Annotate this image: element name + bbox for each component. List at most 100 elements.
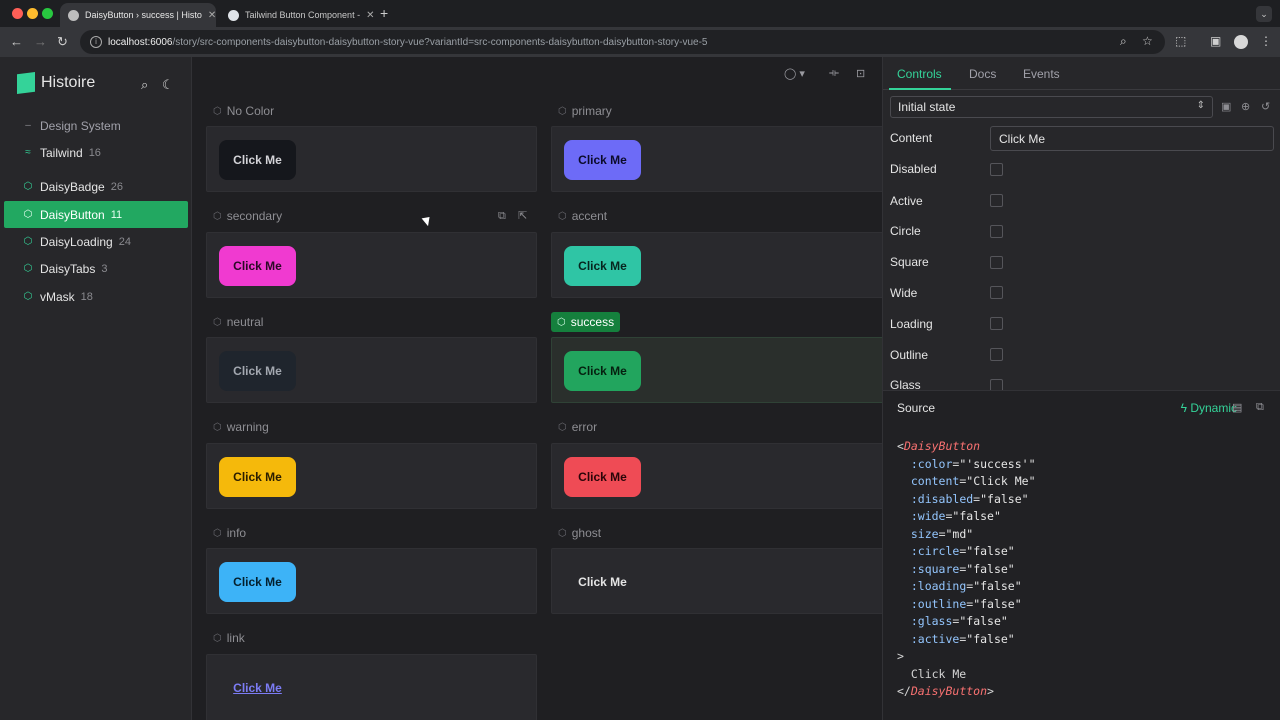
cube-icon: ⬡ — [23, 291, 33, 302]
responsive-size-icon[interactable]: ⟛ — [829, 67, 839, 80]
copy-icon[interactable]: ⧉ — [498, 210, 506, 223]
forward-arrow-icon[interactable]: → — [34, 34, 47, 49]
loading-checkbox[interactable] — [990, 317, 1003, 330]
variant-button[interactable]: Click Me — [219, 351, 296, 391]
tab-controls[interactable]: Controls — [897, 67, 942, 81]
variant-button[interactable]: Click Me — [219, 562, 296, 602]
open-external-icon[interactable]: ⇱ — [518, 209, 527, 222]
variant-label[interactable]: ⬡ error — [558, 420, 597, 434]
variant-button[interactable]: Click Me — [564, 246, 641, 286]
histoire-logo[interactable]: Histoire — [17, 72, 95, 94]
code-attr-name: :circle — [910, 544, 960, 558]
code-attr-name: :square — [910, 561, 960, 576]
close-window-button[interactable] — [12, 8, 23, 19]
grid-layout-icon[interactable]: ⊡ — [856, 67, 865, 80]
variant-label[interactable]: ⬡ No Color — [213, 104, 274, 118]
document-icon[interactable]: ▤ — [1232, 401, 1242, 414]
panel-tabs: Controls Docs Events — [883, 57, 1280, 90]
bookmark-star-icon[interactable]: ☆ — [1142, 34, 1153, 48]
code-bracket: </ — [897, 684, 911, 698]
search-icon[interactable]: ⌕ — [141, 77, 148, 93]
variant-label[interactable]: ⬡ ghost — [558, 526, 601, 540]
browser-tab-active[interactable]: DaisyButton › success | Histo ✕ — [60, 3, 216, 27]
cube-icon: ⬡ — [558, 105, 567, 117]
variant-label[interactable]: ⬡ info — [213, 526, 246, 540]
profile-avatar[interactable] — [1234, 35, 1248, 49]
variant-button[interactable]: Click Me — [219, 140, 296, 180]
outline-checkbox[interactable] — [990, 348, 1003, 361]
variant-button[interactable]: Click Me — [564, 457, 641, 497]
variant-label[interactable]: ⬡ warning — [213, 420, 269, 434]
new-tab-button[interactable]: + — [380, 5, 388, 21]
variant-label[interactable]: ⬡ link — [213, 631, 245, 645]
sidebar-item-vmask[interactable]: ⬡ vMask 18 — [4, 283, 188, 310]
tab-close-icon[interactable]: ✕ — [208, 10, 216, 21]
code-attr-value: "false" — [966, 544, 1015, 558]
variant-label[interactable]: ⬡ neutral — [213, 315, 263, 329]
copy-code-icon[interactable]: ⧉ — [1256, 401, 1264, 414]
control-label-disabled: Disabled — [890, 162, 937, 176]
tab-close-icon[interactable]: ✕ — [366, 10, 374, 21]
add-state-icon[interactable]: ⊕ — [1241, 100, 1250, 113]
control-label-wide: Wide — [890, 286, 918, 300]
cube-icon: ⬡ — [558, 421, 567, 433]
sidebar-item-daisybadge[interactable]: ⬡ DaisyBadge 26 — [4, 173, 188, 200]
variant-label[interactable]: ⬡ primary — [558, 104, 612, 118]
tab-events[interactable]: Events — [1023, 67, 1060, 81]
tab-docs[interactable]: Docs — [969, 67, 996, 81]
sidebar-item-tailwind[interactable]: ≈ Tailwind 16 — [4, 139, 188, 166]
variant-button[interactable]: Click Me — [564, 140, 641, 180]
address-bar[interactable]: i localhost:6006/story/src-components-da… — [80, 30, 1165, 54]
code-attr-value: "false" — [980, 491, 1029, 506]
tab-title: DaisyButton › success | Histo — [85, 10, 202, 20]
sidebar-item-daisybutton[interactable]: ⬡ DaisyButton 11 — [4, 201, 188, 228]
code-attr-value: "'success'" — [959, 456, 1036, 471]
zoom-icon[interactable]: ⌕ — [1120, 34, 1127, 49]
dynamic-toggle[interactable]: ϟ Dynamic — [1181, 401, 1237, 415]
reset-state-icon[interactable]: ↺ — [1261, 100, 1270, 113]
variant-link-button[interactable]: Click Me — [219, 668, 296, 708]
state-select[interactable]: Initial state ⇕ — [890, 96, 1213, 118]
variant-button[interactable]: Click Me — [564, 351, 641, 391]
variant-label[interactable]: ⬡ secondary — [213, 209, 282, 223]
minimize-window-button[interactable] — [27, 8, 38, 19]
site-info-icon[interactable]: i — [90, 36, 102, 48]
zoom-window-button[interactable] — [42, 8, 53, 19]
wide-checkbox[interactable] — [990, 286, 1003, 299]
histoire-logo-icon — [17, 72, 35, 94]
variant-label[interactable]: ⬡ accent — [558, 209, 607, 223]
variant-button[interactable]: Click Me — [219, 457, 296, 497]
code-attr-value: "false" — [973, 579, 1022, 593]
content-input[interactable]: Click Me — [990, 126, 1274, 151]
circle-checkbox[interactable] — [990, 225, 1003, 238]
browser-tab[interactable]: Tailwind Button Component - ✕ — [220, 3, 375, 27]
side-panel-icon[interactable]: ▣ — [1210, 34, 1221, 48]
browser-toolbar: ← → ↻ i localhost:6006/story/src-compone… — [0, 27, 1280, 57]
sidebar-group-design-system[interactable]: – Design System — [4, 112, 188, 139]
variant-label-selected[interactable]: ⬡ success — [551, 312, 621, 332]
code-bracket: > — [987, 684, 994, 698]
variant-button[interactable]: Click Me — [564, 562, 641, 602]
sidebar-item-daisyloading[interactable]: ⬡ DaisyLoading 24 — [4, 228, 188, 255]
background-toggle-icon[interactable]: ◯ ▾ — [784, 67, 805, 80]
sidebar-item-daisytabs[interactable]: ⬡ DaisyTabs 3 — [4, 255, 188, 282]
disabled-checkbox[interactable] — [990, 163, 1003, 176]
code-attr-name: content — [910, 474, 960, 488]
reload-icon[interactable]: ↻ — [57, 34, 68, 50]
active-tab-indicator — [889, 88, 951, 90]
square-checkbox[interactable] — [990, 256, 1003, 269]
dark-mode-moon-icon[interactable]: ☾ — [162, 77, 174, 93]
lightning-icon: ϟ — [1180, 401, 1191, 415]
tab-search-chevron-icon[interactable]: ⌄ — [1256, 6, 1272, 22]
variant-button[interactable]: Click Me — [219, 246, 296, 286]
active-checkbox[interactable] — [990, 194, 1003, 207]
more-menu-icon[interactable]: ⋮ — [1260, 34, 1272, 48]
save-state-icon[interactable]: ▣ — [1221, 100, 1231, 113]
code-bracket: > — [897, 649, 904, 663]
code-tag: DaisyButton — [903, 439, 981, 453]
extensions-icon[interactable]: ⬚ — [1175, 34, 1186, 48]
back-arrow-icon[interactable]: ← — [10, 34, 23, 49]
code-attr-value: "Click Me" — [966, 474, 1036, 488]
